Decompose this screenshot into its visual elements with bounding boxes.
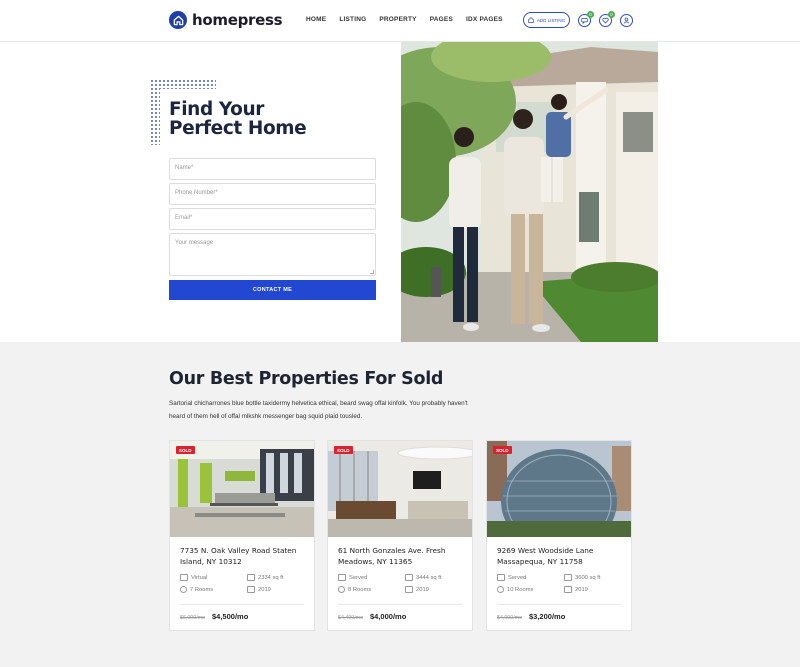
property-card[interactable]: SOLD 9269 West Woodside Lane Massapequa,… bbox=[486, 440, 632, 631]
property-type: Served bbox=[497, 574, 526, 581]
property-rooms-value: 8 Rooms bbox=[348, 586, 372, 593]
property-title[interactable]: 61 North Gonzales Ave. Fresh Meadows, NY… bbox=[338, 546, 466, 567]
property-rooms: 8 Rooms bbox=[338, 586, 371, 593]
card-divider bbox=[338, 604, 462, 605]
sold-badge: SOLD bbox=[176, 446, 195, 454]
property-rooms-value: 10 Rooms bbox=[507, 586, 534, 593]
message-textarea[interactable]: Your message bbox=[169, 233, 376, 276]
home-logo-icon bbox=[169, 11, 187, 29]
email-input[interactable]: Email* bbox=[169, 208, 376, 230]
property-year-value: 2019 bbox=[258, 586, 271, 593]
property-year-value: 2019 bbox=[416, 586, 429, 593]
home-plus-icon bbox=[528, 17, 534, 23]
property-type: Virtual bbox=[180, 574, 207, 581]
type-icon bbox=[180, 574, 188, 581]
message-placeholder: Your message bbox=[175, 240, 214, 246]
properties-title: Our Best Properties For Sold bbox=[169, 369, 444, 389]
year-icon bbox=[247, 586, 255, 593]
phone-input[interactable]: Phone Number* bbox=[169, 183, 376, 205]
rooms-icon bbox=[338, 586, 345, 593]
properties-description-line1: Sartorial chicharrones blue bottle taxid… bbox=[169, 400, 468, 407]
sold-badge: SOLD bbox=[493, 446, 512, 454]
area-icon bbox=[405, 574, 413, 581]
card-divider bbox=[180, 604, 304, 605]
property-photo[interactable]: SOLD bbox=[328, 441, 472, 537]
favorites-button[interactable]: 0 bbox=[599, 11, 615, 27]
name-input[interactable]: Name* bbox=[169, 158, 376, 180]
property-card[interactable]: SOLD 7735 N. Oak Valley Road Staten Isla… bbox=[169, 440, 315, 631]
nav-listing[interactable]: LISTING bbox=[339, 16, 366, 23]
property-photo[interactable]: SOLD bbox=[170, 441, 314, 537]
year-icon bbox=[405, 586, 413, 593]
property-area-value: 3444 sq ft bbox=[416, 574, 442, 581]
property-rooms: 10 Rooms bbox=[497, 586, 533, 593]
type-icon bbox=[497, 574, 505, 581]
chat-icon bbox=[581, 18, 588, 24]
price: $4,500/mo bbox=[212, 612, 249, 621]
property-rooms-value: 7 Rooms bbox=[190, 586, 214, 593]
sold-badge: SOLD bbox=[334, 446, 353, 454]
chat-button[interactable]: 0 bbox=[578, 11, 594, 27]
card-divider bbox=[497, 604, 621, 605]
year-icon bbox=[564, 586, 572, 593]
logo[interactable]: homepress bbox=[169, 11, 283, 29]
property-title[interactable]: 7735 N. Oak Valley Road Staten Island, N… bbox=[180, 546, 308, 567]
property-area: 3600 sq ft bbox=[564, 574, 600, 581]
property-year-value: 2019 bbox=[575, 586, 588, 593]
property-type-value: Served bbox=[508, 574, 527, 581]
nav-pages[interactable]: PAGES bbox=[430, 16, 453, 23]
property-title[interactable]: 9269 West Woodside Lane Massapequa, NY 1… bbox=[497, 546, 625, 567]
property-area-value: 2334 sq ft bbox=[258, 574, 284, 581]
favorites-count-badge: 0 bbox=[608, 11, 615, 18]
property-area: 2334 sq ft bbox=[247, 574, 283, 581]
property-year: 2019 bbox=[247, 586, 271, 593]
email-placeholder: Email* bbox=[175, 215, 193, 221]
old-price: $4,400/mo bbox=[338, 615, 364, 621]
property-area: 3444 sq ft bbox=[405, 574, 441, 581]
contact-me-button[interactable]: CONTACT ME bbox=[169, 280, 376, 300]
price: $3,200/mo bbox=[529, 612, 566, 621]
main-nav: HOME LISTING PROPERTY PAGES IDX PAGES bbox=[306, 16, 503, 23]
name-placeholder: Name* bbox=[175, 165, 194, 171]
hero-family-photo bbox=[401, 42, 658, 342]
area-icon bbox=[564, 574, 572, 581]
phone-placeholder: Phone Number* bbox=[175, 190, 218, 196]
chat-count-badge: 0 bbox=[587, 11, 594, 18]
hero-title-line2: Perfect Home bbox=[169, 118, 307, 139]
type-icon bbox=[338, 574, 346, 581]
property-card[interactable]: SOLD 61 North Gonzales Ave. Fresh Meadow… bbox=[327, 440, 473, 631]
price: $4,000/mo bbox=[370, 612, 407, 621]
hero-title-line1: Find Your bbox=[169, 99, 264, 120]
account-button[interactable] bbox=[620, 14, 633, 27]
resize-handle[interactable] bbox=[370, 270, 374, 274]
hero-title: Find Your Perfect Home bbox=[169, 99, 307, 139]
properties-description-line2: heard of them hell of offal mlkshk messe… bbox=[169, 412, 363, 420]
property-rooms: 7 Rooms bbox=[180, 586, 213, 593]
properties-description: Sartorial chicharrones blue bottle taxid… bbox=[169, 398, 499, 423]
property-type-value: Virtual bbox=[191, 574, 208, 581]
property-photo[interactable]: SOLD bbox=[487, 441, 631, 537]
heart-icon bbox=[602, 17, 609, 24]
nav-idx-pages[interactable]: IDX PAGES bbox=[466, 16, 503, 23]
property-area-value: 3600 sq ft bbox=[575, 574, 601, 581]
site-header: homepress HOME LISTING PROPERTY PAGES ID… bbox=[0, 0, 800, 42]
old-price: $4,000/mo bbox=[497, 615, 523, 621]
property-type: Served bbox=[338, 574, 367, 581]
nav-home[interactable]: HOME bbox=[306, 16, 326, 23]
rooms-icon bbox=[180, 586, 187, 593]
brand-name: homepress bbox=[192, 11, 283, 29]
user-icon bbox=[623, 17, 630, 24]
nav-property[interactable]: PROPERTY bbox=[379, 16, 416, 23]
property-year: 2019 bbox=[405, 586, 429, 593]
add-listing-label: ADD LISTING bbox=[536, 17, 566, 23]
property-year: 2019 bbox=[564, 586, 588, 593]
add-listing-button[interactable]: ADD LISTING bbox=[523, 12, 570, 28]
area-icon bbox=[247, 574, 255, 581]
rooms-icon bbox=[497, 586, 504, 593]
property-type-value: Served bbox=[349, 574, 368, 581]
old-price: $6,000/mo bbox=[180, 615, 206, 621]
